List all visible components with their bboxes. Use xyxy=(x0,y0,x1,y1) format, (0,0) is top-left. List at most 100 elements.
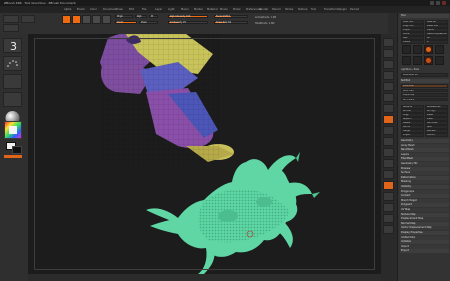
tool-thumb-4[interactable] xyxy=(435,45,444,54)
move-button[interactable] xyxy=(82,15,91,24)
aahalf-icon[interactable] xyxy=(383,93,394,102)
subtool-item[interactable]: Body_Left xyxy=(401,88,448,92)
menu-item[interactable]: File xyxy=(142,6,146,13)
palette-section-header[interactable]: Polygroups xyxy=(400,189,449,194)
scale-icon[interactable] xyxy=(383,170,394,179)
menu-item[interactable]: Stroke xyxy=(285,6,293,13)
menu-item[interactable]: Movie xyxy=(220,6,228,13)
palette-section-header[interactable]: Geometry HD xyxy=(400,162,449,166)
menu-item[interactable]: Macro xyxy=(181,6,189,13)
close-icon[interactable] xyxy=(442,1,446,5)
scale-button[interactable] xyxy=(92,15,101,24)
brush-selector[interactable]: 3 xyxy=(3,38,22,53)
palette-section-header[interactable]: Layers xyxy=(400,152,449,157)
tool-action-button[interactable]: All xyxy=(425,36,448,40)
zadd-toggle[interactable]: Zadd xyxy=(115,21,137,24)
tool-palette-header[interactable]: Tool xyxy=(400,14,449,18)
draw-size-slider[interactable]: Draw Size 64 xyxy=(214,21,248,24)
color-picker[interactable] xyxy=(4,121,22,139)
edit-button[interactable] xyxy=(62,15,71,24)
lightbox-tools-link[interactable]: Lightbox ▸ Tools xyxy=(401,68,448,72)
secondary-color-swatch[interactable] xyxy=(12,146,22,154)
palette-section-header[interactable]: Normal Map xyxy=(400,221,449,226)
lightbox-button[interactable] xyxy=(21,15,35,23)
xyz-icon[interactable] xyxy=(383,137,394,146)
spix-icon[interactable] xyxy=(383,49,394,58)
subtool-action-button[interactable]: Extract xyxy=(425,133,448,137)
palette-section-header[interactable]: Texture Map xyxy=(400,212,449,217)
tool-action-button[interactable]: GoZ xyxy=(401,36,424,40)
palette-section-header[interactable]: Import xyxy=(400,244,449,249)
tool-thumb-7[interactable] xyxy=(424,56,433,65)
palette-section-header[interactable]: Surface xyxy=(400,171,449,176)
menu-item[interactable]: Transform xyxy=(324,6,337,13)
scroll-icon[interactable] xyxy=(383,60,394,69)
actual-icon[interactable] xyxy=(383,82,394,91)
menu-item[interactable]: Draw xyxy=(116,6,123,13)
subtool-action-button[interactable]: All High xyxy=(425,109,448,113)
menu-item[interactable]: Material xyxy=(207,6,218,13)
floor-icon[interactable] xyxy=(383,115,394,124)
menu-item[interactable]: Document xyxy=(103,6,116,13)
bpr-icon[interactable] xyxy=(383,38,394,47)
subtool-action-button[interactable]: Rename xyxy=(401,105,424,109)
transp-icon[interactable] xyxy=(383,203,394,212)
tool-thumb-5[interactable] xyxy=(402,56,411,65)
menu-item[interactable]: Zscript xyxy=(350,6,359,13)
menu-item[interactable]: Light xyxy=(168,6,174,13)
menu-item[interactable]: Picker xyxy=(233,6,241,13)
tool-action-button[interactable]: Paste Tool xyxy=(425,24,448,28)
palette-section-header[interactable]: Masking xyxy=(400,180,449,185)
palette-section-header[interactable]: Array Mesh xyxy=(400,143,449,148)
tool-thumb-3[interactable] xyxy=(424,45,433,54)
menu-item[interactable]: Brush xyxy=(77,6,85,13)
rgb-intensity-slider[interactable]: Rgb Intensity 100 xyxy=(168,15,208,18)
palette-section-header[interactable]: Polypaint xyxy=(400,203,449,208)
tool-action-button[interactable]: Make PolyMesh3D xyxy=(425,32,448,36)
menu-item[interactable]: Edit xyxy=(129,6,134,13)
palette-section-header[interactable]: Preview xyxy=(400,166,449,171)
move-icon[interactable] xyxy=(383,159,394,168)
palette-section-header[interactable]: Geometry xyxy=(400,139,449,143)
minimize-icon[interactable] xyxy=(430,1,434,5)
alpha-selector[interactable] xyxy=(3,74,22,89)
subtool-action-button[interactable]: Project xyxy=(401,133,424,137)
subtool-item[interactable]: Arm_Right xyxy=(401,97,448,101)
palette-section-header[interactable]: Visibility xyxy=(400,185,449,189)
m-toggle[interactable]: M xyxy=(149,15,158,18)
palette-section-header[interactable]: NanoMesh xyxy=(400,148,449,153)
tool-action-button[interactable]: Clone xyxy=(401,32,424,36)
tool-action-button[interactable]: R xyxy=(425,40,448,44)
palette-section-header[interactable]: Unified Skin xyxy=(400,235,449,240)
menu-item[interactable]: Render xyxy=(259,6,268,13)
tool-action-button[interactable]: Export xyxy=(425,28,448,32)
subtool-item[interactable]: Gnumbus xyxy=(401,84,448,88)
menu-item[interactable]: Texture xyxy=(298,6,308,13)
rotate-button[interactable] xyxy=(102,15,111,24)
tool-action-button[interactable]: Visible xyxy=(401,40,424,44)
draw-button[interactable] xyxy=(72,15,81,24)
quick-sketch-button[interactable] xyxy=(3,24,19,32)
tool-thumb-1[interactable] xyxy=(402,45,411,54)
palette-section-header[interactable]: Displacement Map xyxy=(400,217,449,222)
current-tool-field[interactable]: Gnumbus. 48 xyxy=(401,73,448,77)
subtool-action-button[interactable]: Copy xyxy=(401,113,424,117)
palette-section-header[interactable]: Vector Displacement Map xyxy=(400,226,449,231)
subtool-action-button[interactable]: Split xyxy=(425,125,448,129)
persp-icon[interactable] xyxy=(383,104,394,113)
subtool-action-button[interactable]: Remesh xyxy=(425,129,448,133)
tool-thumb-6[interactable] xyxy=(413,56,422,65)
texture-selector[interactable] xyxy=(3,92,22,107)
rotate-icon[interactable] xyxy=(383,181,394,190)
subtool-action-button[interactable]: Delete xyxy=(401,121,424,125)
subtool-action-button[interactable]: Insert xyxy=(425,117,448,121)
menu-item[interactable]: Tool xyxy=(311,6,316,13)
maximize-icon[interactable] xyxy=(436,1,440,5)
palette-section-header[interactable]: FiberMesh xyxy=(400,157,449,162)
menu-item[interactable]: Zplugin xyxy=(337,6,347,13)
palette-section-header[interactable]: Morph Target xyxy=(400,198,449,203)
projection-master-button[interactable] xyxy=(3,15,19,23)
subtool-action-button[interactable]: AutoReorder xyxy=(425,105,448,109)
xpose-icon[interactable] xyxy=(383,225,394,234)
menu-item[interactable]: Layer xyxy=(155,6,162,13)
